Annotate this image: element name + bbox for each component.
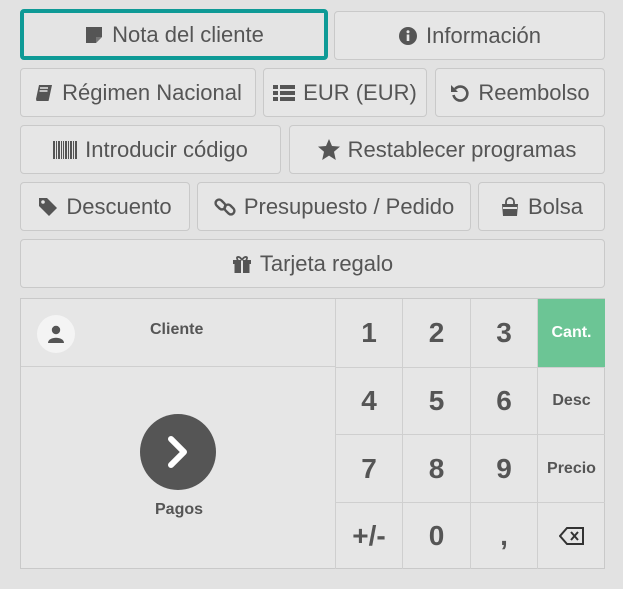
- gift-icon: [232, 254, 252, 274]
- backspace-button[interactable]: [537, 502, 605, 569]
- info-button[interactable]: Información: [334, 11, 605, 60]
- tag-icon: [38, 197, 58, 217]
- tax-regime-button[interactable]: Régimen Nacional: [20, 68, 256, 117]
- numpad-key-9[interactable]: 9: [470, 434, 537, 502]
- undo-icon: [450, 83, 470, 103]
- gift-card-button[interactable]: Tarjeta regalo: [20, 239, 605, 288]
- discount-label: Descuento: [66, 193, 172, 219]
- numpad-key-0[interactable]: 0: [402, 502, 470, 569]
- gift-card-label: Tarjeta regalo: [259, 250, 394, 276]
- numpad-key-3[interactable]: 3: [470, 299, 537, 367]
- numpad-key-1[interactable]: 1: [335, 299, 402, 367]
- sticky-note-icon: [84, 25, 104, 45]
- info-label: Información: [426, 22, 541, 48]
- quotation-button[interactable]: Presupuesto / Pedido: [197, 182, 471, 231]
- customer-note-label: Nota del cliente: [112, 21, 264, 47]
- reset-programs-button[interactable]: Restablecer programas: [289, 125, 605, 174]
- user-avatar-icon: [37, 315, 75, 353]
- chevron-right-icon: [140, 414, 216, 490]
- numpad-key-8[interactable]: 8: [402, 434, 470, 502]
- numpad-key-comma[interactable]: ,: [470, 502, 537, 569]
- numpad-key-2[interactable]: 2: [402, 299, 470, 367]
- barcode-icon: [53, 140, 78, 159]
- customer-label: Cliente: [150, 321, 204, 338]
- customer-note-button[interactable]: Nota del cliente: [20, 9, 328, 60]
- mode-discount-button[interactable]: Desc: [537, 367, 605, 434]
- discount-button[interactable]: Descuento: [20, 182, 190, 231]
- bag-label: Bolsa: [527, 193, 584, 219]
- book-icon: [34, 83, 54, 103]
- currency-button[interactable]: EUR (EUR): [263, 68, 427, 117]
- bag-button[interactable]: Bolsa: [478, 182, 605, 231]
- refund-button[interactable]: Reembolso: [435, 68, 605, 117]
- reset-programs-label: Restablecer programas: [347, 136, 577, 162]
- star-icon: [317, 139, 340, 160]
- enter-code-label: Introducir código: [85, 136, 248, 162]
- payment-button[interactable]: Pagos: [21, 367, 335, 570]
- payment-label: Pagos: [155, 501, 204, 518]
- numpad-panel: Cliente Pagos 1 2 3 Cant. 4 5 6 Desc 7 8…: [20, 298, 605, 569]
- tax-regime-label: Régimen Nacional: [62, 79, 242, 105]
- enter-code-button[interactable]: Introducir código: [20, 125, 281, 174]
- numpad-key-4[interactable]: 4: [335, 367, 402, 434]
- refund-label: Reembolso: [478, 79, 590, 105]
- link-icon: [214, 196, 236, 218]
- numpad-key-5[interactable]: 5: [402, 367, 470, 434]
- backspace-icon: [558, 527, 585, 545]
- numpad-key-7[interactable]: 7: [335, 434, 402, 502]
- list-icon: [273, 84, 296, 102]
- mode-quantity-button[interactable]: Cant.: [537, 299, 605, 367]
- quotation-label: Presupuesto / Pedido: [243, 193, 455, 219]
- customer-button[interactable]: Cliente: [21, 299, 335, 367]
- info-icon: [398, 26, 418, 46]
- mode-price-button[interactable]: Precio: [537, 434, 605, 502]
- numpad-key-plus-minus[interactable]: +/-: [335, 502, 402, 569]
- currency-label: EUR (EUR): [303, 79, 417, 105]
- shopping-bag-icon: [500, 196, 520, 217]
- numpad-key-6[interactable]: 6: [470, 367, 537, 434]
